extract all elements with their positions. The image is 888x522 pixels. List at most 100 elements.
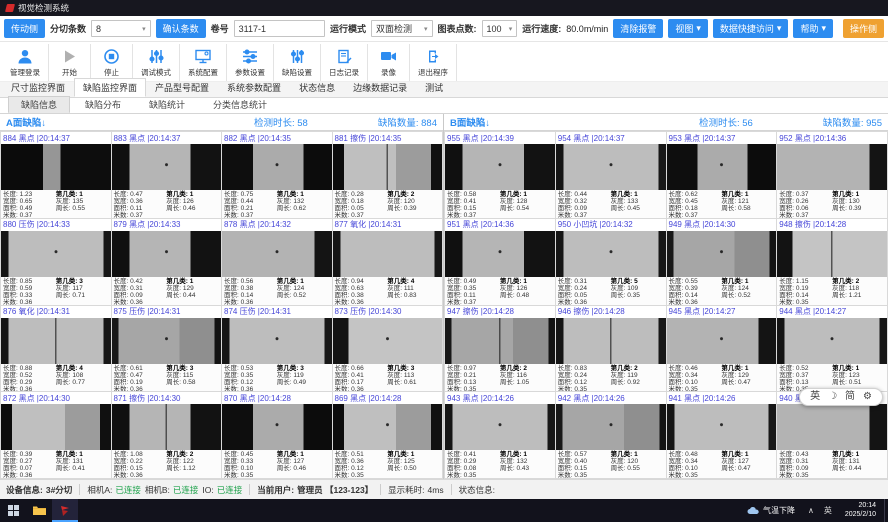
slit-count-select[interactable]: 8▾: [91, 20, 151, 37]
action-button-journal[interactable]: 日志记录: [321, 44, 368, 81]
weather-widget[interactable]: 气温下降: [739, 505, 803, 516]
show-desktop-button[interactable]: [884, 499, 888, 522]
view-menu-button[interactable]: 视图▾: [668, 19, 708, 38]
defect-cell[interactable]: 884 黑点 |20:14:37长度: 1.23宽度: 0.65面积: 0.49…: [1, 132, 111, 218]
defect-cell[interactable]: 871 擦伤 |20:14:30长度: 1.08宽度: 0.22面积: 0.15…: [112, 392, 222, 478]
panel-title-b: B面缺陷↓: [450, 115, 490, 129]
subtab-0[interactable]: 缺陷信息: [8, 96, 70, 113]
action-button-exit[interactable]: 退出程序: [410, 44, 457, 81]
data-access-menu-button[interactable]: 数据快捷访问▾: [713, 19, 789, 38]
subtab-2[interactable]: 缺陷统计: [136, 96, 198, 113]
clear-alarm-button[interactable]: 清除报警: [613, 19, 663, 38]
gear-icon[interactable]: ⚙: [863, 392, 872, 402]
defect-cell[interactable]: 942 黑点 |20:14:26长度: 0.57宽度: 0.40面积: 0.15…: [556, 392, 666, 478]
confirm-count-button[interactable]: 确认条数: [156, 19, 206, 38]
defect-metrics-right: 第几类: 1灰度: 131周长: 0.41: [56, 451, 109, 478]
operate-side-button[interactable]: 操作侧: [843, 19, 884, 38]
defect-width: 宽度: 0.45: [669, 198, 722, 205]
subtab-3[interactable]: 分类信息统计: [200, 96, 280, 113]
status-label: IO:: [202, 485, 213, 495]
subtab-1[interactable]: 缺陷分布: [72, 96, 134, 113]
defect-cell[interactable]: 879 黑点 |20:14:33长度: 0.42宽度: 0.31面积: 0.09…: [112, 219, 222, 305]
help-menu-button[interactable]: 帮助▾: [793, 19, 833, 38]
defect-width: 宽度: 0.24: [558, 372, 611, 379]
defect-cell[interactable]: 941 黑点 |20:14:26长度: 0.48宽度: 0.34面积: 0.10…: [667, 392, 777, 478]
defect-perimeter: 周长: 0.58: [721, 205, 774, 212]
moon-icon[interactable]: ☽: [828, 392, 837, 402]
ime-lang-en[interactable]: 英: [810, 392, 820, 402]
defect-metrics-left: 长度: 0.31宽度: 0.24面积: 0.05米数: 0.36: [558, 278, 611, 305]
defect-cell[interactable]: 877 氧化 |20:14:31长度: 0.94宽度: 0.63面积: 0.38…: [333, 219, 443, 305]
action-button-stop[interactable]: 停止: [91, 44, 133, 81]
defect-cell[interactable]: 870 黑点 |20:14:28长度: 0.45宽度: 0.33面积: 0.10…: [222, 392, 332, 478]
chevron-down-icon: ▾: [777, 23, 782, 34]
run-mode-select[interactable]: 双面检测▾: [371, 20, 433, 37]
tab-1[interactable]: 缺陷监控界面: [74, 78, 146, 97]
defect-metrics-left: 长度: 0.83宽度: 0.24面积: 0.12米数: 0.35: [558, 365, 611, 392]
tab-6[interactable]: 测试: [416, 78, 452, 97]
defect-cell[interactable]: 882 黑点 |20:14:35长度: 0.75宽度: 0.44面积: 0.21…: [222, 132, 332, 218]
defect-gray: 灰度: 121: [721, 198, 774, 205]
defect-metrics-right: 第几类: 1灰度: 125周长: 0.50: [387, 451, 440, 478]
ime-simplified[interactable]: 简: [845, 392, 855, 402]
defect-cell[interactable]: 949 黑点 |20:14:30长度: 0.55宽度: 0.39面积: 0.14…: [667, 219, 777, 305]
defect-cell[interactable]: 878 黑点 |20:14:32长度: 0.56宽度: 0.38面积: 0.14…: [222, 219, 332, 305]
defect-width: 宽度: 0.18: [335, 198, 388, 205]
action-button-camera[interactable]: 录像: [368, 44, 410, 81]
tray-expander[interactable]: ∧: [803, 506, 819, 515]
action-button-user[interactable]: 管理登录: [2, 44, 49, 81]
tab-0[interactable]: 尺寸监控界面: [2, 78, 74, 97]
defect-cell[interactable]: 955 黑点 |20:14:39长度: 0.58宽度: 0.41面积: 0.15…: [445, 132, 555, 218]
defect-metrics-right: 第几类: 2灰度: 122周长: 1.12: [166, 451, 219, 478]
defect-cell[interactable]: 880 压伤 |20:14:33长度: 0.85宽度: 0.59面积: 0.33…: [1, 219, 111, 305]
start-button[interactable]: [0, 499, 26, 522]
action-button-tune[interactable]: 调试模式: [133, 44, 180, 81]
action-button-monitor[interactable]: 系统配置: [180, 44, 227, 81]
defect-cell[interactable]: 953 黑点 |20:14:37长度: 0.62宽度: 0.45面积: 0.18…: [667, 132, 777, 218]
file-explorer-icon[interactable]: [26, 499, 52, 522]
defect-cell[interactable]: 875 压伤 |20:14:31长度: 0.61宽度: 0.47面积: 0.19…: [112, 306, 222, 392]
defect-meter: 米数: 0.36: [335, 299, 388, 305]
defect-cell[interactable]: 950 小凹坑 |20:14:32长度: 0.31宽度: 0.24面积: 0.0…: [556, 219, 666, 305]
defect-width: 宽度: 0.31: [114, 285, 167, 292]
defect-cell[interactable]: 948 擦伤 |20:14:28长度: 1.15宽度: 0.19面积: 0.14…: [777, 219, 887, 305]
defect-metrics-right: 第几类: 3灰度: 117周长: 0.71: [56, 278, 109, 305]
defect-metrics-left: 长度: 1.08宽度: 0.22面积: 0.15米数: 0.36: [114, 451, 167, 478]
tab-4[interactable]: 状态信息: [290, 78, 344, 97]
defect-cell-info: 长度: 0.28宽度: 0.18面积: 0.05米数: 0.37第几类: 2灰度…: [333, 190, 443, 218]
defect-gray: 灰度: 120: [387, 198, 440, 205]
drive-side-button[interactable]: 传动侧: [4, 19, 45, 38]
detection-app-icon[interactable]: [52, 499, 78, 522]
defect-cell[interactable]: 947 擦伤 |20:14:28长度: 0.97宽度: 0.21面积: 0.13…: [445, 306, 555, 392]
action-button-sliders-h[interactable]: 参数设置: [227, 44, 274, 81]
defect-cell[interactable]: 943 黑点 |20:14:26长度: 0.41宽度: 0.29面积: 0.08…: [445, 392, 555, 478]
defect-thumbnail: [1, 231, 111, 277]
action-button-play[interactable]: 开始: [49, 44, 91, 81]
defect-cell[interactable]: 952 黑点 |20:14:36长度: 0.37宽度: 0.26面积: 0.06…: [777, 132, 887, 218]
defect-length: 长度: 0.88: [3, 365, 56, 372]
tab-3[interactable]: 系统参数配置: [218, 78, 290, 97]
defect-gray: 灰度: 128: [500, 198, 553, 205]
taskbar-clock[interactable]: 20:14 2025/2/10: [837, 502, 884, 519]
defect-cell[interactable]: 946 擦伤 |20:14:28 长度: 0.83宽度: 0.24面积: 0.12…: [556, 306, 666, 392]
defect-cell[interactable]: 945 黑点 |20:14:27长度: 0.46宽度: 0.34面积: 0.10…: [667, 306, 777, 392]
defect-cell[interactable]: 944 黑点 |20:14:27长度: 0.52宽度: 0.37面积: 0.13…: [777, 306, 887, 392]
status-item-0: 设备信息:3#分切: [6, 484, 72, 496]
chart-points-select[interactable]: 100▾: [482, 20, 518, 37]
defect-cell[interactable]: 951 黑点 |20:14:36长度: 0.49宽度: 0.35面积: 0.11…: [445, 219, 555, 305]
defect-cell[interactable]: 954 黑点 |20:14:37长度: 0.44宽度: 0.32面积: 0.09…: [556, 132, 666, 218]
defect-cell[interactable]: 874 压伤 |20:14:31长度: 0.53宽度: 0.35面积: 0.12…: [222, 306, 332, 392]
ime-indicator[interactable]: 英: [819, 505, 837, 516]
defect-cell-header: 946 擦伤 |20:14:28: [556, 306, 666, 318]
defect-cell[interactable]: 872 黑点 |20:14:30长度: 0.39宽度: 0.27面积: 0.07…: [1, 392, 111, 478]
action-button-sliders-v[interactable]: 缺陷设置: [274, 44, 321, 81]
defect-cell[interactable]: 869 黑点 |20:14:28长度: 0.51宽度: 0.36面积: 0.12…: [333, 392, 443, 478]
roll-number-input[interactable]: 3117-1: [234, 20, 325, 37]
defect-cell[interactable]: 876 氧化 |20:14:31长度: 0.88宽度: 0.52面积: 0.29…: [1, 306, 111, 392]
tab-2[interactable]: 产品型号配置: [146, 78, 218, 97]
defect-meter: 米数: 0.37: [114, 212, 167, 218]
defect-cell[interactable]: 881 擦伤 |20:14:35长度: 0.28宽度: 0.18面积: 0.05…: [333, 132, 443, 218]
defect-cell[interactable]: 883 黑点 |20:14:37长度: 0.47宽度: 0.36面积: 0.11…: [112, 132, 222, 218]
defect-cell[interactable]: 873 压伤 |20:14:30长度: 0.66宽度: 0.41面积: 0.17…: [333, 306, 443, 392]
tab-5[interactable]: 边缘数据记录: [344, 78, 416, 97]
